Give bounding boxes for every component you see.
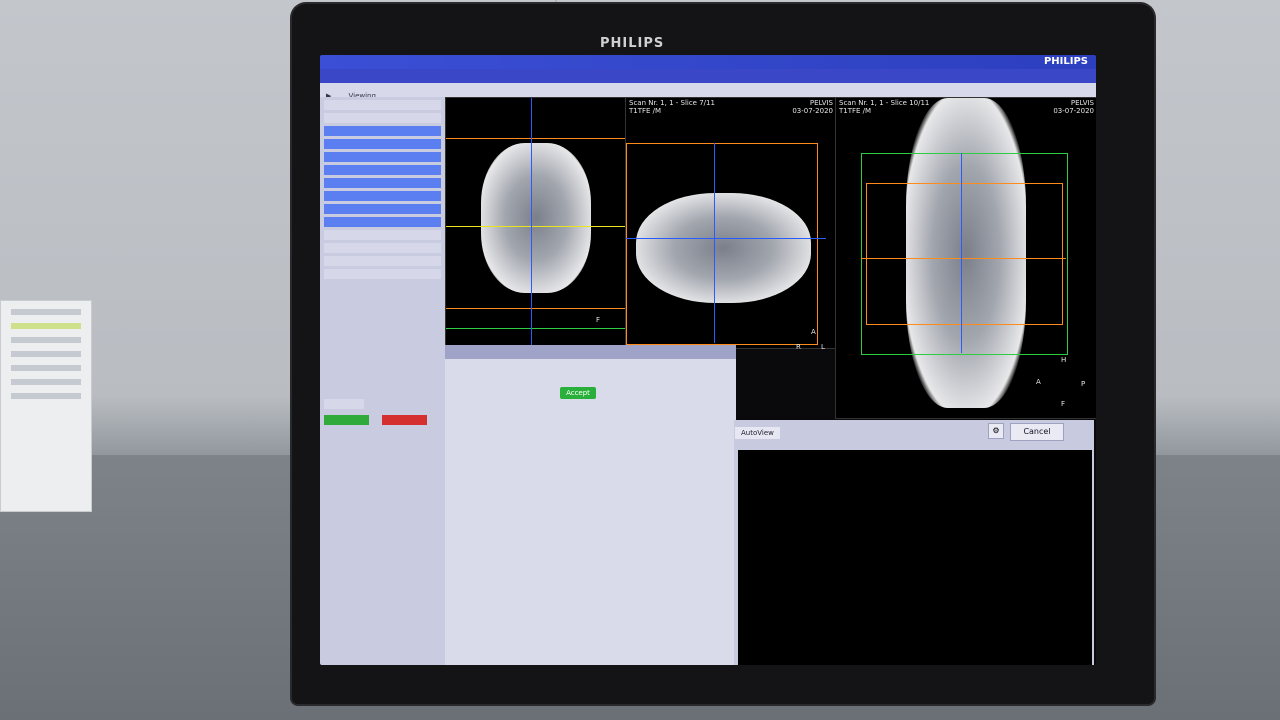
orientation-label-a: A — [1036, 378, 1041, 386]
plan-line-orange[interactable] — [446, 308, 626, 309]
list-item-selected[interactable] — [324, 165, 441, 175]
paper-line — [11, 393, 81, 399]
plan-line-blue[interactable] — [714, 143, 715, 343]
paper-line — [11, 351, 81, 357]
list-item[interactable] — [324, 113, 441, 123]
orientation-label-r: R — [796, 343, 801, 351]
exam-card-panel — [320, 97, 445, 665]
paper-line — [11, 337, 81, 343]
menu-bar — [320, 69, 1096, 83]
list-item[interactable] — [324, 243, 441, 253]
accept-button[interactable]: Accept — [560, 387, 596, 399]
settings-icon[interactable]: ⚙ — [988, 423, 1004, 439]
viewport-axial[interactable]: Scan Nr. 1, 1 - Slice 7/11 T1TFE /M PELV… — [625, 97, 837, 351]
list-item-selected[interactable] — [324, 204, 441, 214]
list-item-selected[interactable] — [324, 217, 441, 227]
start-scan-button[interactable] — [324, 415, 369, 425]
plan-box-orange[interactable] — [866, 183, 1063, 325]
orientation-label-f: F — [596, 316, 601, 324]
orientation-label-h: H — [1061, 356, 1067, 364]
list-item-selected[interactable] — [324, 139, 441, 149]
console-output — [738, 450, 1092, 665]
orientation-label-a: A — [811, 328, 816, 336]
plan-box-orange[interactable] — [626, 143, 818, 345]
sequence-label: T1TFE /M — [629, 107, 662, 115]
plan-line-blue[interactable] — [961, 153, 962, 353]
orientation-label-l: L — [821, 343, 825, 351]
paper-sheet — [0, 300, 92, 512]
monitor-brand: PHILIPS — [600, 36, 665, 51]
app-logo: PHILIPS — [1043, 56, 1088, 67]
region-label: PELVIS — [1070, 99, 1094, 107]
plan-line-blue[interactable] — [531, 98, 532, 348]
paper-line — [11, 323, 81, 329]
toolbar: ▶ Viewing — [320, 83, 1096, 100]
orientation-label-f: F — [1061, 400, 1066, 408]
parameters-header — [445, 345, 736, 359]
date-label: 03-07-2020 — [1053, 107, 1094, 115]
scan-label: Scan Nr. 1, 1 - Slice 10/11 — [839, 99, 930, 107]
viewport-coronal[interactable]: Scan Nr. 1, 1 - Slice 10/11 T1TFE /M PEL… — [835, 97, 1096, 419]
region-label: PELVIS — [809, 99, 833, 107]
list-item[interactable] — [324, 269, 441, 279]
plan-line-yellow[interactable] — [446, 226, 626, 227]
mri-image — [481, 143, 591, 293]
list-item-selected[interactable] — [324, 191, 441, 201]
viewport-sagittal-small[interactable]: F — [445, 97, 627, 349]
list-item-selected[interactable] — [324, 126, 441, 136]
plan-line-orange[interactable] — [861, 258, 1066, 259]
plan-line-green[interactable] — [446, 328, 626, 329]
plan-line-orange[interactable] — [446, 138, 626, 139]
sequence-label: T1TFE /M — [839, 107, 872, 115]
list-item-selected[interactable] — [324, 178, 441, 188]
scan-label: Scan Nr. 1, 1 - Slice 7/11 — [629, 99, 715, 107]
list-item-selected[interactable] — [324, 152, 441, 162]
cancel-button[interactable]: Cancel — [1010, 423, 1064, 441]
tab-autoview[interactable]: AutoView — [735, 427, 780, 439]
list-item[interactable] — [324, 230, 441, 240]
orientation-label-p: P — [1081, 380, 1086, 388]
plan-line-blue[interactable] — [626, 238, 826, 239]
paper-line — [11, 309, 81, 315]
console-panel: AutoView — [734, 420, 1094, 665]
paper-line — [11, 379, 81, 385]
stop-scan-button[interactable] — [382, 415, 428, 425]
paper-line — [11, 365, 81, 371]
screen: PHILIPS ▶ Viewing F Scan Nr. 1, 1 - Slic… — [320, 55, 1096, 665]
progress-bar — [324, 399, 364, 409]
list-item[interactable] — [324, 100, 441, 110]
list-item[interactable] — [324, 256, 441, 266]
title-bar: PHILIPS — [320, 55, 1096, 69]
date-label: 03-07-2020 — [792, 107, 833, 115]
